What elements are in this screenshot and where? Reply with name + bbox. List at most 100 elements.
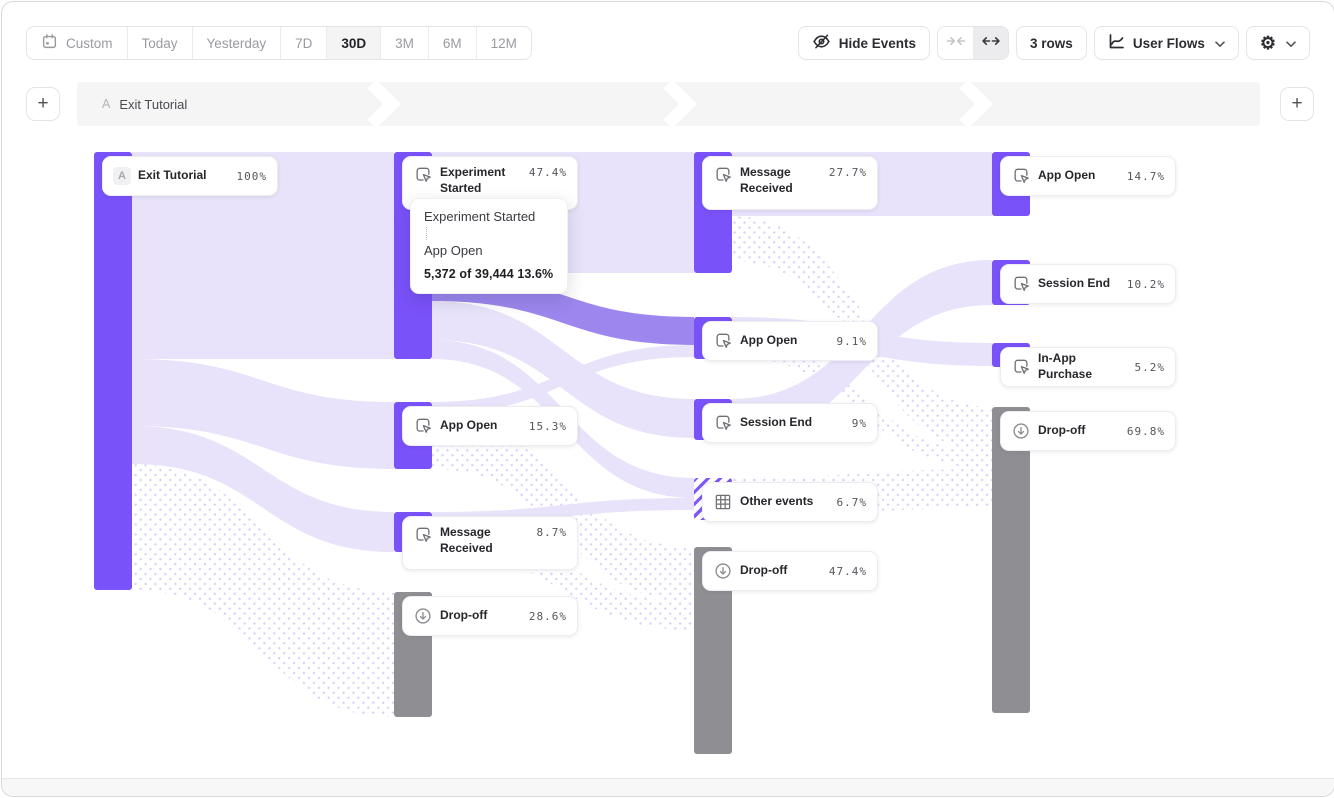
node-label: Drop-off (740, 563, 822, 579)
date-range-selector: Custom Today Yesterday 7D 30D 3M 6M 12M (26, 26, 532, 60)
event-cursor-click-icon (713, 165, 733, 185)
date-range-custom[interactable]: Custom (27, 27, 128, 59)
step-separator-chevron (957, 82, 993, 131)
node-percentage: 8.7% (537, 526, 568, 539)
user-flows-chart-icon (1108, 33, 1125, 53)
flow-node-app-open-4[interactable]: App Open 14.7% (1000, 156, 1176, 196)
tooltip-stat: 5,372 of 39,444 13.6% (424, 267, 554, 281)
flow-bar-exit-tutorial[interactable] (94, 152, 132, 590)
date-range-12m[interactable]: 12M (477, 27, 531, 59)
node-percentage: 14.7% (1127, 170, 1165, 183)
settings-dropdown[interactable]: ⚙ (1246, 26, 1310, 60)
flow-node-app-open-3[interactable]: App Open 9.1% (702, 321, 878, 361)
date-range-yesterday[interactable]: Yesterday (193, 27, 282, 59)
date-range-label: 3M (395, 36, 414, 51)
drop-off-circle-arrow-icon (1011, 421, 1031, 441)
collapse-arrows-icon (946, 34, 966, 52)
node-label: App Open (440, 418, 522, 434)
node-percentage: 28.6% (529, 610, 567, 623)
step-letter-badge: A (113, 167, 131, 185)
node-percentage: 5.2% (1135, 361, 1166, 374)
flow-node-drop-off-2[interactable]: Drop-off 28.6% (402, 596, 578, 636)
event-cursor-click-icon (413, 416, 433, 436)
event-cursor-click-icon (713, 331, 733, 351)
event-cursor-click-icon (1011, 357, 1031, 377)
step-separator-chevron (365, 82, 401, 131)
toolbar: Custom Today Yesterday 7D 30D 3M 6M 12M Hide Ev… (26, 26, 1310, 60)
node-label: Drop-off (440, 608, 522, 624)
event-cursor-click-icon (413, 525, 433, 545)
node-label: Session End (1038, 276, 1120, 292)
node-percentage: 9% (852, 417, 867, 430)
flow-node-in-app-purchase-4[interactable]: In-App Purchase 5.2% (1000, 347, 1176, 387)
event-cursor-click-icon (1011, 274, 1031, 294)
node-label: Message Received (740, 165, 822, 196)
date-range-label: Custom (66, 36, 113, 51)
date-range-7d[interactable]: 7D (281, 27, 327, 59)
expand-arrows-icon (981, 34, 1001, 52)
collapse-columns-button[interactable] (938, 27, 973, 59)
step-letter: A (102, 97, 110, 111)
step-separator-chevron (661, 82, 697, 131)
node-percentage: 100% (237, 170, 268, 183)
event-cursor-click-icon (1011, 166, 1031, 186)
other-events-grid-icon (713, 492, 733, 512)
gear-icon: ⚙ (1260, 34, 1276, 52)
node-percentage: 9.1% (837, 335, 868, 348)
date-range-label: 12M (491, 36, 517, 51)
flow-node-drop-off-3[interactable]: Drop-off47.4% (702, 551, 878, 591)
tooltip-to-event: App Open (424, 243, 554, 258)
flow-node-session-end-4[interactable]: Session End 10.2% (1000, 264, 1176, 304)
date-range-today[interactable]: Today (128, 27, 193, 59)
node-label: Drop-off (1038, 423, 1120, 439)
flow-node-message-received-3[interactable]: Message Received 27.7% (702, 156, 878, 210)
calendar-icon (41, 33, 58, 53)
date-range-label: 7D (295, 36, 312, 51)
rows-label: 3 rows (1030, 36, 1073, 51)
node-label: App Open (740, 333, 830, 349)
plus-icon: + (1291, 93, 1302, 115)
expand-columns-button[interactable] (973, 27, 1008, 59)
rows-button[interactable]: 3 rows (1016, 26, 1087, 60)
steps-bar: A Exit Tutorial (77, 82, 1260, 126)
collapse-expand-toggle (937, 26, 1009, 60)
flow-bar-drop-off-4[interactable] (992, 407, 1030, 713)
date-range-label: 6M (443, 36, 462, 51)
view-type-label: User Flows (1133, 36, 1205, 51)
toolbar-right-controls: Hide Events (798, 26, 1310, 60)
node-percentage: 6.7% (837, 496, 868, 509)
flow-node-exit-tutorial[interactable]: A Exit Tutorial 100% (102, 156, 278, 196)
node-percentage: 27.7% (829, 166, 867, 179)
node-label: App Open (1038, 168, 1120, 184)
flow-node-app-open-2[interactable]: App Open15.3% (402, 406, 578, 446)
node-percentage: 47.4% (529, 166, 567, 179)
date-range-3m[interactable]: 3M (381, 27, 429, 59)
step-name: Exit Tutorial (119, 97, 187, 112)
date-range-label: Today (142, 36, 178, 51)
node-label: In-App Purchase (1038, 351, 1128, 382)
flow-node-drop-off-4[interactable]: Drop-off69.8% (1000, 411, 1176, 451)
node-percentage: 10.2% (1127, 278, 1165, 291)
node-label: Exit Tutorial (138, 168, 230, 184)
eye-off-icon (812, 32, 831, 54)
node-label: Session End (740, 415, 845, 431)
flow-node-message-received-2[interactable]: Message Received8.7% (402, 516, 578, 570)
plus-icon: + (37, 93, 48, 115)
date-range-6m[interactable]: 6M (429, 27, 477, 59)
date-range-30d[interactable]: 30D (327, 27, 381, 59)
flow-node-session-end-3[interactable]: Session End 9% (702, 403, 878, 443)
step-a-item[interactable]: A Exit Tutorial (102, 82, 187, 126)
flow-node-other-events-3[interactable]: Other events 6.7% (702, 482, 878, 522)
add-step-left-button[interactable]: + (26, 87, 60, 121)
hide-events-label: Hide Events (839, 36, 916, 51)
node-label: Experiment Started (440, 165, 522, 196)
tooltip-from-event: Experiment Started (424, 209, 554, 224)
add-step-right-button[interactable]: + (1280, 87, 1314, 121)
event-cursor-click-icon (713, 413, 733, 433)
chevron-down-icon (1215, 36, 1225, 51)
view-type-dropdown[interactable]: User Flows (1094, 26, 1239, 60)
hide-events-button[interactable]: Hide Events (798, 26, 930, 60)
node-label: Other events (740, 494, 830, 510)
event-cursor-click-icon (413, 165, 433, 185)
drop-off-circle-arrow-icon (713, 561, 733, 581)
